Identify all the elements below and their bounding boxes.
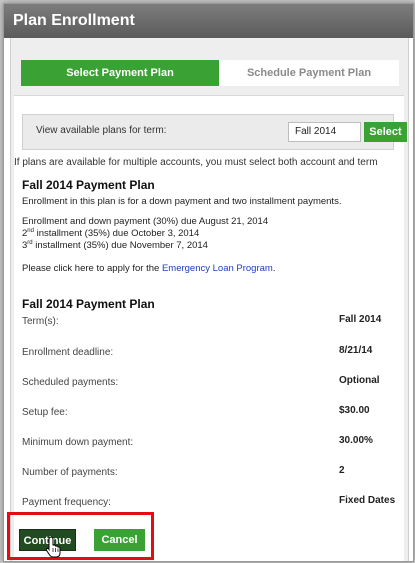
detail-value-min-down: 30.00%: [339, 435, 373, 446]
detail-value-num-payments: 2: [339, 465, 345, 476]
detail-label-frequency: Payment frequency:: [22, 497, 111, 508]
tab-select-payment-plan[interactable]: Select Payment Plan: [21, 60, 219, 86]
apply-note: Please click here to apply for the Emerg…: [22, 263, 276, 274]
detail-value-deadline: 8/21/14: [339, 345, 373, 356]
term-input[interactable]: Fall 2014: [288, 122, 361, 142]
detail-value-setup-fee: $30.00: [339, 405, 370, 416]
plan-title: Fall 2014 Payment Plan: [22, 178, 155, 192]
content-area: Select Payment Plan Schedule Payment Pla…: [10, 38, 409, 561]
window-title: Plan Enrollment: [4, 4, 413, 38]
term-label: View available plans for term:: [36, 125, 167, 136]
hand-cursor-icon: [45, 536, 61, 558]
term-selector: View available plans for term: Fall 2014…: [22, 114, 407, 150]
schedule-line-3: 3rd installment (35%) due November 7, 20…: [22, 240, 208, 252]
detail-label-scheduled: Scheduled payments:: [22, 377, 119, 388]
plan-panel: View available plans for term: Fall 2014…: [14, 95, 407, 561]
detail-label-deadline: Enrollment deadline:: [22, 347, 114, 358]
plan-enrollment-window: Plan Enrollment Select Payment Plan Sche…: [3, 3, 414, 562]
emergency-loan-link[interactable]: Emergency Loan Program: [162, 263, 273, 274]
detail-value-scheduled: Optional: [339, 375, 380, 386]
detail-label-num-payments: Number of payments:: [22, 467, 118, 478]
detail-value-term: Fall 2014: [339, 314, 382, 325]
plan-description: Enrollment in this plan is for a down pa…: [22, 196, 342, 207]
schedule-line-1: Enrollment and down payment (30%) due Au…: [22, 216, 269, 227]
detail-label-min-down: Minimum down payment:: [22, 437, 134, 448]
tab-bar: Select Payment Plan Schedule Payment Pla…: [21, 60, 399, 86]
cancel-button[interactable]: Cancel: [94, 529, 145, 551]
schedule-line-2: 2nd installment (35%) due October 3, 201…: [22, 228, 200, 240]
tab-schedule-payment-plan[interactable]: Schedule Payment Plan: [219, 60, 399, 86]
multi-account-note: If plans are available for multiple acco…: [14, 157, 378, 168]
detail-label-term: Term(s):: [22, 316, 59, 327]
detail-label-setup-fee: Setup fee:: [22, 407, 68, 418]
select-button[interactable]: Select: [364, 122, 407, 142]
detail-value-frequency: Fixed Dates: [339, 495, 396, 506]
details-title: Fall 2014 Payment Plan: [22, 297, 155, 311]
